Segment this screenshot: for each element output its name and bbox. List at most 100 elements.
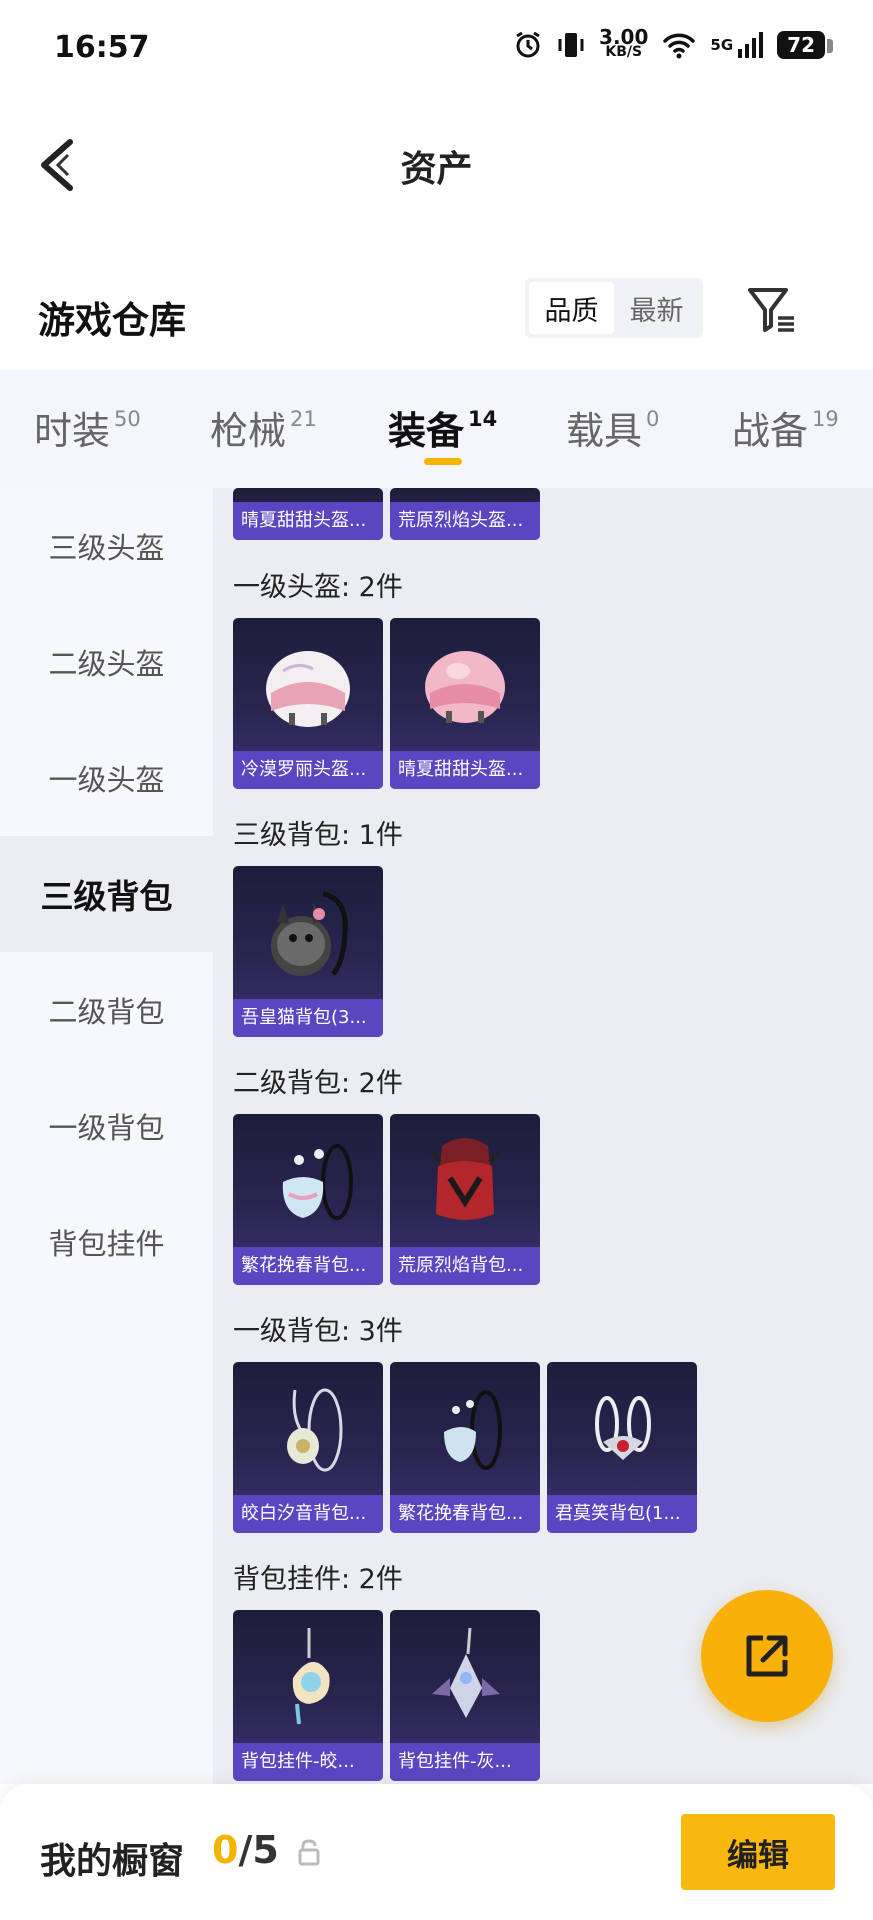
item-thumbnail: [390, 1362, 540, 1498]
network-speed: 3.00 KB/S: [599, 25, 649, 60]
sidebar-item-level3-backpack[interactable]: 三级背包: [0, 836, 213, 952]
item-thumbnail: [233, 618, 383, 754]
status-bar: 16:57 3.00 KB/S 5G 72: [0, 0, 873, 100]
tab-fashion[interactable]: 时装 50: [34, 400, 141, 455]
item-thumbnail: [233, 1114, 383, 1250]
item-card[interactable]: 背包挂件-灰...: [390, 1610, 540, 1781]
showcase-bar: 我的橱窗 0/5 编辑: [0, 1784, 873, 1920]
active-tab-indicator: [424, 458, 462, 465]
item-name: 繁花挽春背包...: [233, 1247, 383, 1285]
tab-label: 装备: [388, 409, 465, 453]
item-name: 君莫笑背包(1...: [547, 1495, 697, 1533]
backpack-icon: [595, 1396, 651, 1460]
tab-count: 21: [290, 407, 317, 431]
item-thumbnail: [390, 1610, 540, 1746]
item-name: 荒原烈焰背包...: [390, 1247, 540, 1285]
sort-quality-button[interactable]: 品质: [529, 282, 614, 334]
cat-backpack-icon: [271, 891, 348, 976]
group-label: 一级背包: 3件: [233, 1316, 403, 1347]
helmet-icon: [266, 651, 350, 727]
speed-value: 3.00: [599, 25, 649, 49]
item-name: 背包挂件-皎...: [233, 1743, 383, 1781]
battery-indicator: 72: [777, 31, 833, 59]
tab-label: 载具: [566, 409, 643, 453]
alarm-icon: [516, 31, 540, 58]
backpack-icon: [282, 1144, 353, 1220]
tab-count: 14: [468, 407, 498, 431]
sidebar-item-level2-backpack[interactable]: 二级背包: [0, 952, 213, 1068]
tab-label: 战备: [732, 409, 809, 453]
filter-icon: [748, 288, 794, 332]
item-name: 冷漠罗丽头盔...: [233, 751, 383, 789]
tab-label: 时装: [34, 409, 111, 453]
warehouse-title: 游戏仓库: [38, 299, 186, 342]
edit-button[interactable]: 编辑: [681, 1814, 835, 1890]
item-thumbnail: [547, 1362, 697, 1498]
group-label: 背包挂件: 2件: [233, 1564, 403, 1595]
subcategory-sidebar: 三级头盔 二级头盔 一级头盔 三级背包 二级背包 一级背包 背包挂件: [0, 488, 213, 1784]
backpack-icon: [444, 1390, 502, 1470]
charm-icon: [292, 1628, 330, 1725]
group-label: 一级头盔: 2件: [233, 572, 403, 603]
page-title: 资产: [400, 149, 473, 190]
item-card[interactable]: 吾皇猫背包(3...: [233, 866, 383, 1037]
wifi-icon: [663, 33, 696, 59]
item-card[interactable]: 冷漠罗丽头盔...: [233, 618, 383, 789]
item-name: 晴夏甜甜头盔...: [233, 502, 383, 540]
item-name: 吾皇猫背包(3...: [233, 999, 383, 1037]
tab-equipment[interactable]: 装备 14: [388, 400, 497, 455]
item-card[interactable]: 晴夏甜甜头盔...: [233, 488, 383, 540]
sidebar-item-level1-helmet[interactable]: 一级头盔: [0, 720, 213, 836]
item-name: 背包挂件-灰...: [390, 1743, 540, 1781]
item-card[interactable]: 晴夏甜甜头盔...: [390, 618, 540, 789]
item-name: 晴夏甜甜头盔...: [390, 751, 540, 789]
helmet-icon: [425, 651, 505, 723]
item-card[interactable]: 荒原烈焰背包...: [390, 1114, 540, 1285]
showcase-label: 我的橱窗: [40, 1841, 185, 1882]
tab-supplies[interactable]: 战备 19: [732, 400, 839, 455]
item-card[interactable]: 繁花挽春背包...: [390, 1362, 540, 1533]
page-header: 资产: [0, 100, 873, 230]
network-type: 5G: [710, 36, 734, 54]
status-time: 16:57: [54, 30, 150, 65]
showcase-current: 0: [212, 1828, 239, 1872]
showcase-count: 0/5: [212, 1828, 279, 1872]
tab-count: 19: [812, 407, 839, 431]
charm-icon: [432, 1627, 500, 1718]
warehouse-header: 游戏仓库 品质 最新: [0, 270, 873, 360]
signal-icon: [738, 32, 764, 58]
item-card[interactable]: 背包挂件-皎...: [233, 1610, 383, 1781]
item-card[interactable]: 荒原烈焰头盔...: [390, 488, 540, 540]
vibrate-icon: [558, 33, 584, 57]
item-name: 皎白汐音背包...: [233, 1495, 383, 1533]
item-name: 荒原烈焰头盔...: [390, 502, 540, 540]
sidebar-item-level3-helmet[interactable]: 三级头盔: [0, 488, 213, 604]
item-thumbnail: [233, 866, 383, 1002]
sidebar-item-level2-helmet[interactable]: 二级头盔: [0, 604, 213, 720]
sort-newest-button[interactable]: 最新: [614, 282, 699, 334]
tab-count: 50: [114, 407, 141, 431]
sidebar-item-level1-backpack[interactable]: 一级背包: [0, 1068, 213, 1184]
speed-unit: KB/S: [605, 44, 643, 60]
item-card[interactable]: 君莫笑背包(1...: [547, 1362, 697, 1533]
filter-button[interactable]: [744, 282, 800, 338]
tab-vehicles[interactable]: 载具 0: [566, 400, 659, 455]
backpack-icon: [430, 1138, 500, 1220]
item-thumbnail: [233, 1362, 383, 1498]
backpack-icon: [287, 1388, 343, 1472]
tab-firearms[interactable]: 枪械 21: [210, 400, 317, 455]
category-tabs: 时装 50 枪械 21 装备 14 载具 0 战备 19: [0, 370, 873, 488]
item-card[interactable]: 繁花挽春背包...: [233, 1114, 383, 1285]
share-external-icon: [746, 1635, 788, 1677]
showcase-total: /5: [238, 1828, 279, 1872]
group-label: 三级背包: 1件: [233, 820, 403, 851]
tab-label: 枪械: [210, 409, 287, 453]
sidebar-item-backpack-charm[interactable]: 背包挂件: [0, 1184, 213, 1300]
share-button[interactable]: [701, 1590, 833, 1722]
item-name: 繁花挽春背包...: [390, 1495, 540, 1533]
item-card[interactable]: 皎白汐音背包...: [233, 1362, 383, 1533]
lock-icon: [298, 1839, 320, 1866]
group-label: 二级背包: 2件: [233, 1068, 403, 1099]
tab-count: 0: [646, 407, 660, 431]
status-icons: 3.00 KB/S 5G 72: [513, 25, 833, 60]
